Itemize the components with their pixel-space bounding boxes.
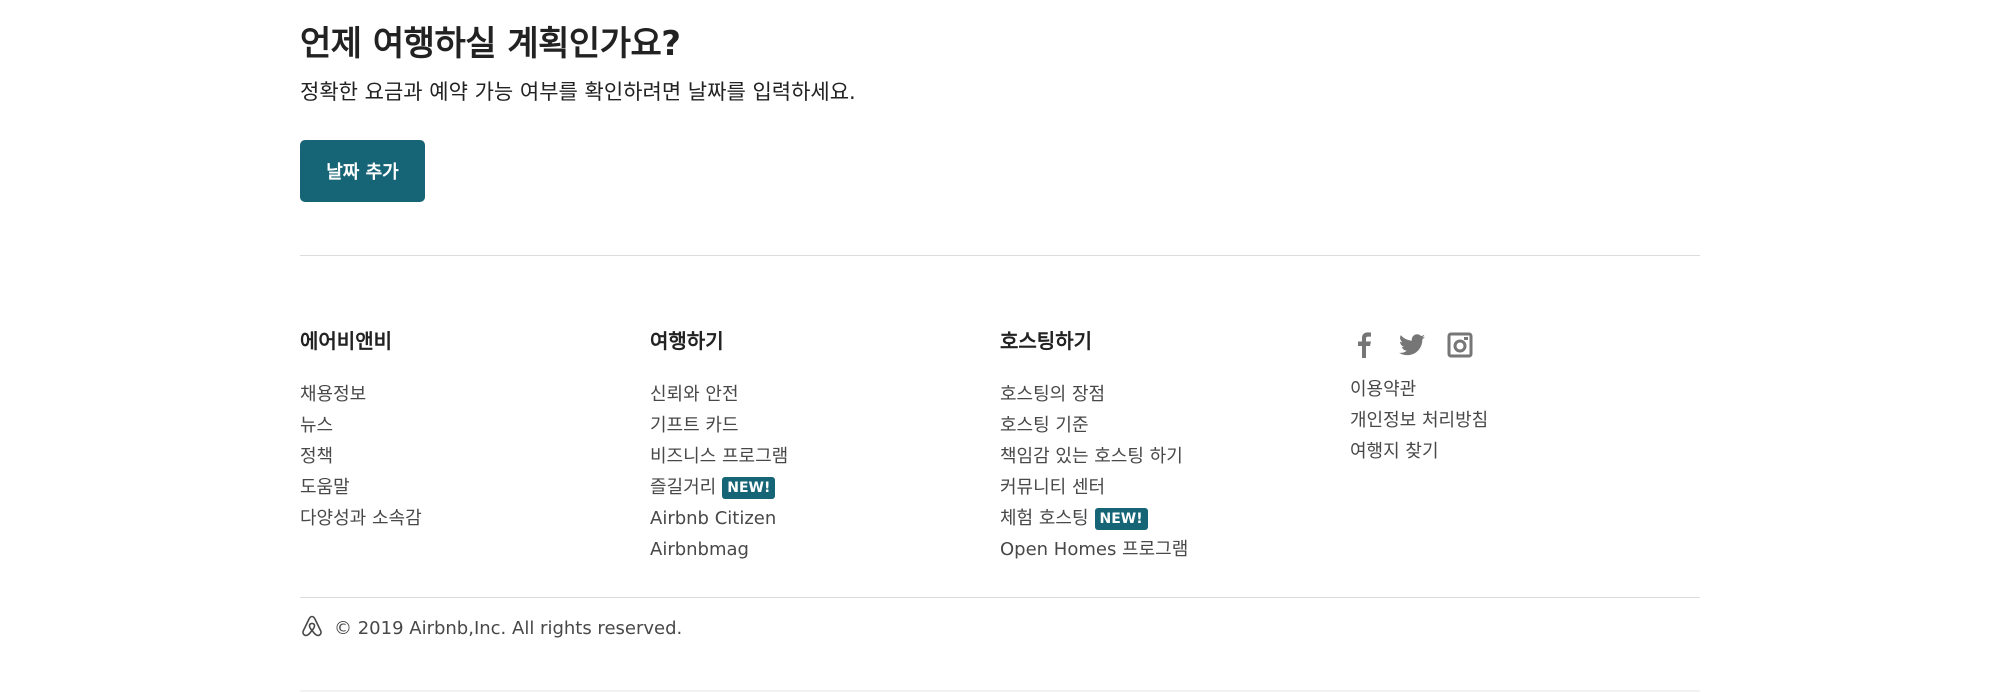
- new-badge: NEW!: [1094, 508, 1148, 530]
- list-item: 호스팅 기준: [1000, 410, 1340, 441]
- page-edge-line: [300, 690, 1700, 692]
- list-item: 비즈니스 프로그램: [650, 441, 990, 472]
- footer-link-responsible-hosting[interactable]: 책임감 있는 호스팅 하기: [1000, 446, 1183, 467]
- copyright-text: © 2019 Airbnb,Inc. All rights reserved.: [334, 618, 683, 639]
- footer-column-title: 에어비앤비: [300, 329, 392, 353]
- footer-link-careers[interactable]: 채용정보: [300, 384, 366, 405]
- add-dates-button[interactable]: 날짜 추가: [300, 140, 425, 202]
- footer-column-social-legal: 이용약관 개인정보 처리방침 여행지 찾기: [1350, 328, 1690, 467]
- footer-link-community-center[interactable]: 커뮤니티 센터: [1000, 477, 1105, 498]
- date-prompt-text: 정확한 요금과 예약 가능 여부를 확인하려면 날짜를 입력하세요.: [300, 80, 856, 104]
- footer-link-open-homes[interactable]: Open Homes 프로그램: [1000, 539, 1188, 560]
- section-divider: [300, 255, 1700, 256]
- footer-link-host-experience[interactable]: 체험 호스팅: [1000, 508, 1089, 529]
- footer-link-diversity[interactable]: 다양성과 소속감: [300, 508, 422, 529]
- list-item: 호스팅의 장점: [1000, 379, 1340, 410]
- footer-column-hosting: 호스팅하기 호스팅의 장점 호스팅 기준 책임감 있는 호스팅 하기 커뮤니티 …: [1000, 328, 1340, 565]
- footer-link-terms[interactable]: 이용약관: [1350, 379, 1416, 400]
- footer-link-sitemap[interactable]: 여행지 찾기: [1350, 441, 1439, 462]
- list-item: Airbnbmag: [650, 534, 990, 565]
- footer-divider: [300, 597, 1700, 598]
- instagram-icon[interactable]: [1446, 331, 1474, 359]
- list-item: Open Homes 프로그램: [1000, 534, 1340, 565]
- footer-column-airbnb: 에어비앤비 채용정보 뉴스 정책 도움말 다양성과 소속감: [300, 328, 640, 534]
- page-title: 언제 여행하실 계획인가요?: [300, 24, 681, 64]
- footer-link-privacy[interactable]: 개인정보 처리방침: [1350, 410, 1488, 431]
- footer-column-title: 호스팅하기: [1000, 329, 1092, 353]
- list-item: 채용정보: [300, 379, 640, 410]
- footer-link-business[interactable]: 비즈니스 프로그램: [650, 446, 788, 467]
- new-badge: NEW!: [722, 477, 776, 499]
- list-item: 체험 호스팅 NEW!: [1000, 503, 1340, 534]
- list-item: Airbnb Citizen: [650, 503, 990, 534]
- list-item: 다양성과 소속감: [300, 503, 640, 534]
- list-item: 도움말: [300, 472, 640, 503]
- copyright-row: © 2019 Airbnb,Inc. All rights reserved.: [300, 614, 682, 643]
- list-item: 개인정보 처리방침: [1350, 405, 1690, 436]
- list-item: 기프트 카드: [650, 410, 990, 441]
- list-item: 커뮤니티 센터: [1000, 472, 1340, 503]
- list-item: 뉴스: [300, 410, 640, 441]
- airbnb-logo-icon: [300, 614, 324, 643]
- footer-link-news[interactable]: 뉴스: [300, 415, 333, 436]
- list-item: 이용약관: [1350, 374, 1690, 405]
- footer-link-airbnb-citizen[interactable]: Airbnb Citizen: [650, 508, 776, 529]
- footer-column-travel: 여행하기 신뢰와 안전 기프트 카드 비즈니스 프로그램 즐길거리 NEW! Ai…: [650, 328, 990, 565]
- twitter-icon[interactable]: [1398, 331, 1426, 359]
- footer-link-gift-cards[interactable]: 기프트 카드: [650, 415, 739, 436]
- list-item: 신뢰와 안전: [650, 379, 990, 410]
- list-item: 정책: [300, 441, 640, 472]
- social-links: [1350, 328, 1690, 362]
- list-item: 즐길거리 NEW!: [650, 472, 990, 503]
- list-item: 여행지 찾기: [1350, 436, 1690, 467]
- footer-column-title: 여행하기: [650, 329, 724, 353]
- footer-link-airbnbmag[interactable]: Airbnbmag: [650, 539, 749, 560]
- facebook-icon[interactable]: [1350, 331, 1378, 359]
- list-item: 책임감 있는 호스팅 하기: [1000, 441, 1340, 472]
- footer-link-policies[interactable]: 정책: [300, 446, 333, 467]
- footer-link-why-host[interactable]: 호스팅의 장점: [1000, 384, 1105, 405]
- footer-link-experiences[interactable]: 즐길거리: [650, 477, 716, 498]
- footer-link-help[interactable]: 도움말: [300, 477, 350, 498]
- footer-link-trust-safety[interactable]: 신뢰와 안전: [650, 384, 739, 405]
- footer-link-hospitality[interactable]: 호스팅 기준: [1000, 415, 1089, 436]
